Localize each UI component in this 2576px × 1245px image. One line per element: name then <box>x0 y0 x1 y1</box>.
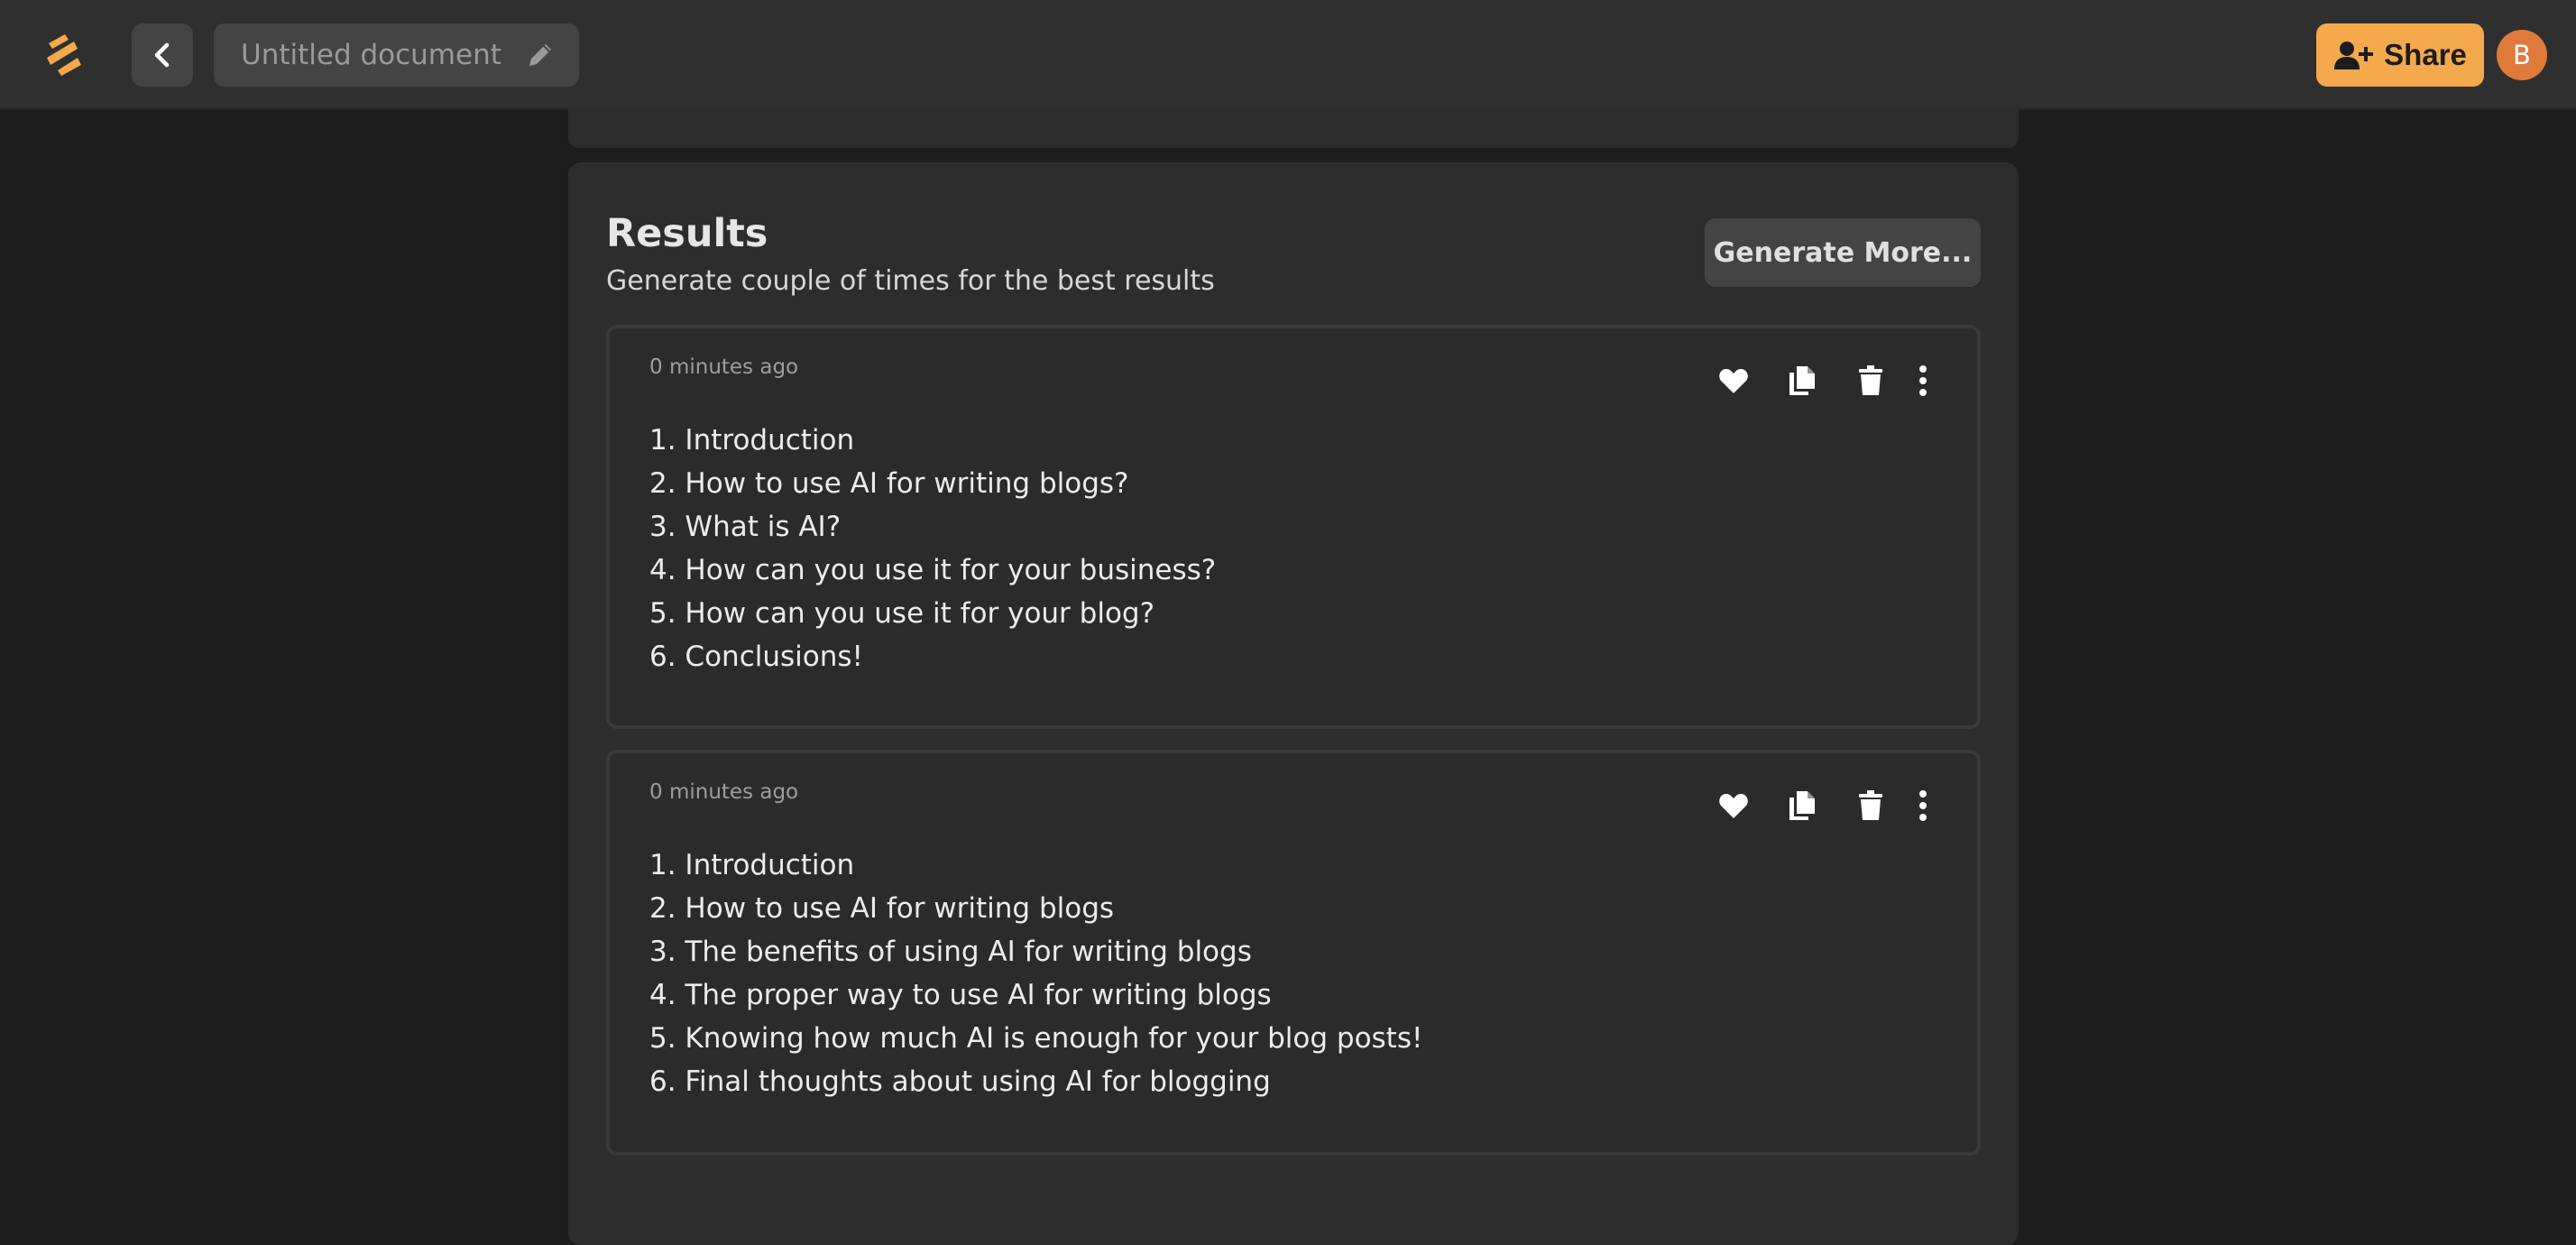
list-item: 6. Final thoughts about using AI for blo… <box>649 1065 1271 1098</box>
list-item: 3. The benefits of using AI for writing … <box>649 936 1252 968</box>
result-timestamp: 0 minutes ago <box>649 355 799 379</box>
avatar-initial: B <box>2513 40 2531 70</box>
copy-button[interactable] <box>1768 788 1836 824</box>
list-item: 1. Introduction <box>649 849 855 881</box>
generate-more-button[interactable]: Generate More... <box>1705 218 1981 287</box>
result-outline: 1. Introduction 2. How to use AI for wri… <box>649 844 1422 1103</box>
trash-icon <box>1859 365 1882 395</box>
document-title-field[interactable]: Untitled document <box>214 23 579 87</box>
more-button[interactable] <box>1905 788 1941 824</box>
result-outline: 1. Introduction 2. How to use AI for wri… <box>649 419 1216 678</box>
list-item: 2. How to use AI for writing blogs? <box>649 467 1129 500</box>
list-item: 1. Introduction <box>649 424 855 456</box>
list-item: 5. Knowing how much AI is enough for you… <box>649 1022 1423 1055</box>
like-button[interactable] <box>1699 788 1768 824</box>
top-bar: Untitled document Share B <box>0 0 2576 110</box>
result-card: 0 minutes ago 1. Introduction 2. How to … <box>606 325 1981 729</box>
trash-icon <box>1859 790 1882 820</box>
copy-button[interactable] <box>1768 363 1836 399</box>
user-plus-icon <box>2334 42 2374 69</box>
more-vertical-icon <box>1919 365 1927 396</box>
list-item: 3. What is AI? <box>649 511 842 543</box>
app-logo-icon[interactable] <box>41 31 85 79</box>
result-actions <box>1699 788 1941 824</box>
heart-icon <box>1719 794 1748 818</box>
avatar[interactable]: B <box>2497 30 2547 80</box>
share-label: Share <box>2384 38 2467 71</box>
list-item: 2. How to use AI for writing blogs <box>649 892 1115 925</box>
delete-button[interactable] <box>1836 788 1905 824</box>
chevron-left-icon <box>154 42 170 68</box>
list-item: 4. The proper way to use AI for writing … <box>649 979 1272 1011</box>
list-item: 4. How can you use it for your business? <box>649 554 1217 586</box>
delete-button[interactable] <box>1836 363 1905 399</box>
pencil-icon[interactable] <box>525 40 556 70</box>
back-button[interactable] <box>132 23 193 87</box>
results-subtitle: Generate couple of times for the best re… <box>606 265 1215 297</box>
result-actions <box>1699 363 1941 399</box>
document-title: Untitled document <box>241 39 501 71</box>
input-panel <box>568 106 2019 148</box>
share-button[interactable]: Share <box>2316 23 2484 87</box>
more-vertical-icon <box>1919 790 1927 821</box>
result-card: 0 minutes ago 1. Introduction 2. How to … <box>606 750 1981 1156</box>
results-panel: Results Generate couple of times for the… <box>568 162 2019 1245</box>
heart-icon <box>1719 369 1748 393</box>
list-item: 6. Conclusions! <box>649 641 863 673</box>
copy-icon <box>1789 791 1815 820</box>
more-button[interactable] <box>1905 363 1941 399</box>
result-timestamp: 0 minutes ago <box>649 780 799 804</box>
like-button[interactable] <box>1699 363 1768 399</box>
list-item: 5. How can you use it for your blog? <box>649 597 1155 630</box>
results-title: Results <box>606 211 768 256</box>
copy-icon <box>1789 366 1815 395</box>
